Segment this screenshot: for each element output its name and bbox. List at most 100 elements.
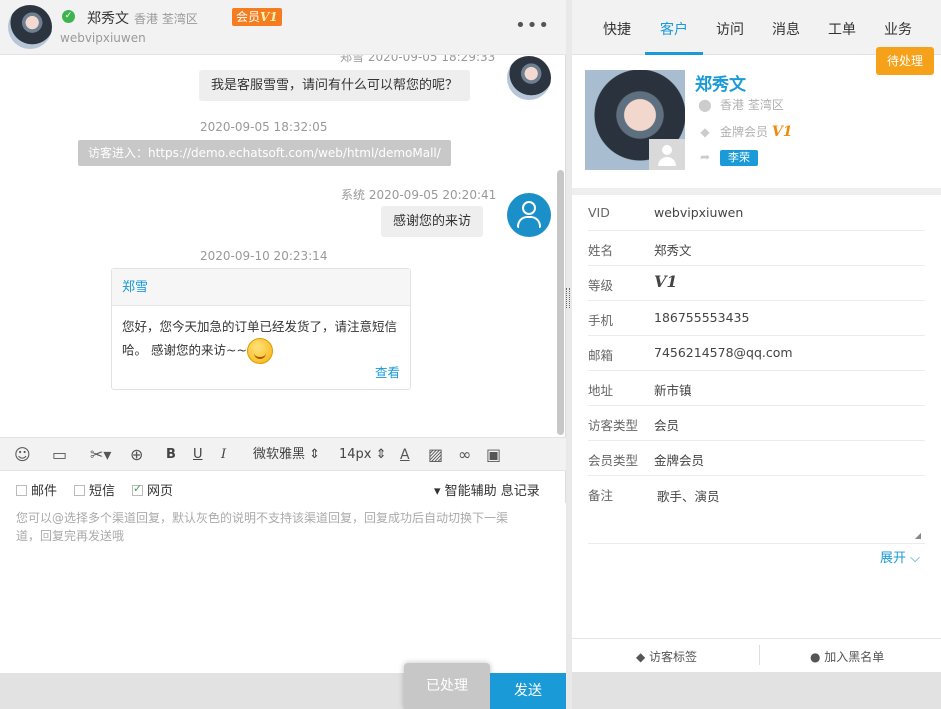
message-card: 郑雪 您好，您今天加急的订单已经发货了，请注意短信哈。 感谢您的来访~~ 查看: [111, 268, 411, 390]
customer-actions: ◆ 访客标签 ● 加入黑名单: [572, 638, 941, 672]
bold-button[interactable]: B: [166, 443, 176, 467]
visitor-vid: webvipxiuwen: [60, 31, 146, 45]
more-options-icon[interactable]: •••: [515, 15, 550, 36]
location-text: 香港 荃湾区: [720, 98, 784, 112]
field-row: 地址 新市镇: [588, 371, 925, 406]
member-level: V1: [260, 10, 278, 24]
italic-button[interactable]: I: [221, 443, 226, 467]
editor-toolbar: ☺ ▭ ✂▾ ⊕ B U I 微软雅黑 ⇕ 14px ⇕ A ▨ ∞ ▣: [0, 437, 566, 471]
expand-button[interactable]: 展开 ⌵: [880, 547, 920, 566]
visitor-tags-label: 访客标签: [649, 650, 698, 664]
message-list[interactable]: 郑雪 2020-09-05 18:29:33 我是客服雪雪，请问有什么可以帮您的…: [0, 55, 566, 437]
message-timestamp: 2020-09-05 18:32:05: [200, 120, 328, 134]
online-status-icon: ✓: [62, 10, 75, 23]
customer-location: ⬤ 香港 荃湾区: [698, 96, 784, 113]
visitor-region: 香港 荃湾区: [134, 12, 198, 26]
blacklist-label: 加入黑名单: [824, 650, 885, 664]
field-row: 会员类型 金牌会员: [588, 441, 925, 476]
agent-tag: 李荣: [720, 150, 758, 166]
location-pin-icon: ⬤: [698, 98, 712, 112]
visitor-enter-notice: 访客进入：https://demo.echatsoft.com/web/html…: [78, 140, 451, 166]
blacklist-button[interactable]: ● 加入黑名单: [810, 648, 884, 665]
field-row: 邮箱 7456214578@qq.com: [588, 336, 925, 371]
section-divider: [572, 188, 941, 195]
image-icon[interactable]: ▣: [486, 443, 501, 467]
action-divider: [759, 645, 760, 665]
field-row: 等级 V1: [588, 266, 925, 301]
chat-header: ✓ 郑秀文 香港 荃湾区 会员V1 webvipxiuwen •••: [0, 0, 566, 55]
send-button[interactable]: 发送: [490, 673, 566, 709]
field-label: 访客类型: [588, 418, 639, 433]
system-message-bubble: 感谢您的来访: [381, 206, 484, 237]
tab-customer[interactable]: 客户: [660, 19, 688, 39]
member-badge-label: 会员: [236, 10, 261, 24]
tab-shortcuts[interactable]: 快捷: [603, 19, 631, 39]
field-row: VID webvipxiuwen: [588, 196, 925, 231]
level-badge: V1: [771, 124, 793, 140]
view-link[interactable]: 查看: [375, 362, 400, 381]
customer-level: ◆ 金牌会员 V1: [698, 123, 792, 140]
tab-visits[interactable]: 访问: [716, 19, 744, 39]
web-channel-checkbox[interactable]: 网页: [132, 480, 173, 499]
mail-channel-label: 邮件: [31, 484, 58, 499]
customer-pane: 快捷 客户 访问 消息 工单 业务 待处理 郑秀文 ⬤ 香港 荃湾区 ◆ 金牌会员 …: [572, 0, 941, 709]
message-timestamp: 2020-09-10 20:23:14: [200, 249, 328, 263]
mail-channel-checkbox[interactable]: 邮件: [16, 480, 57, 499]
tab-business[interactable]: 业务: [884, 19, 912, 39]
sms-channel-checkbox[interactable]: 短信: [74, 480, 115, 499]
font-color-icon[interactable]: A: [400, 443, 410, 467]
scissors-icon[interactable]: ✂▾: [90, 443, 111, 467]
smile-emoji-icon: [246, 338, 273, 364]
tab-tickets[interactable]: 工单: [828, 19, 856, 39]
field-label: 姓名: [588, 243, 614, 258]
message-scrollbar[interactable]: [557, 170, 564, 435]
font-family-select[interactable]: 微软雅黑 ⇕: [253, 443, 320, 467]
chat-workspace: ✓ 郑秀文 香港 荃湾区 会员V1 webvipxiuwen ••• 郑雪 20…: [0, 0, 941, 709]
emoji-icon[interactable]: ☺: [14, 443, 31, 467]
field-label: 地址: [588, 383, 614, 398]
field-value: V1: [654, 272, 678, 291]
field-row: 姓名 郑秀文: [588, 231, 925, 266]
field-label: 备注: [588, 488, 614, 503]
reply-input[interactable]: [0, 503, 566, 673]
share-arrow-icon: ➦: [699, 150, 711, 164]
clear-format-icon[interactable]: ▨: [428, 443, 443, 467]
agent-message-bubble: 我是客服雪雪，请问有什么可以帮您的呢？: [199, 70, 471, 101]
link-icon[interactable]: ∞: [458, 443, 471, 467]
message-meta: 系统 2020-09-05 20:20:41: [341, 188, 497, 202]
field-value: 会员: [654, 418, 680, 433]
pane-resize-handle[interactable]: [566, 288, 570, 308]
customer-profile: 郑秀文 ⬤ 香港 荃湾区 ◆ 金牌会员 V1 ➦ 李荣: [572, 56, 941, 188]
tag-icon: ◆: [636, 650, 650, 664]
agent-avatar: [507, 56, 551, 100]
notes-value: 歌手、演员: [657, 489, 720, 504]
sms-channel-label: 短信: [89, 484, 116, 499]
diamond-icon: ◆: [700, 125, 710, 139]
level-name: 金牌会员: [720, 125, 769, 139]
channel-selector: 邮件 短信 网页 ▾ 智能辅助 息记录: [0, 471, 566, 503]
tab-messages[interactable]: 消息: [772, 19, 800, 39]
field-value: 186755553435: [654, 310, 750, 325]
folder-icon[interactable]: ▭: [52, 443, 67, 467]
member-badge: 会员V1: [232, 8, 282, 26]
font-size-select[interactable]: 14px ⇕: [339, 443, 387, 467]
field-label: 邮箱: [588, 348, 614, 363]
field-value: webvipxiuwen: [654, 205, 744, 220]
customer-agent: ➦ 李荣: [698, 150, 758, 166]
visitor-tags-button[interactable]: ◆ 访客标签: [636, 648, 697, 665]
resize-grip-icon[interactable]: ◢: [915, 531, 921, 540]
system-avatar-icon: [507, 193, 551, 237]
visitor-avatar[interactable]: [8, 5, 52, 49]
customer-pane-footer: [572, 672, 941, 709]
message-meta: 郑雪 2020-09-05 18:29:33: [340, 55, 496, 64]
globe-icon[interactable]: ⊕: [130, 443, 143, 467]
field-value: 新市镇: [654, 383, 692, 398]
underline-button[interactable]: U: [193, 443, 203, 467]
mark-done-button[interactable]: 已处理: [404, 663, 490, 709]
field-label: 手机: [588, 313, 614, 328]
conversation-pane: ✓ 郑秀文 香港 荃湾区 会员V1 webvipxiuwen ••• 郑雪 20…: [0, 0, 566, 709]
field-value: 郑秀文: [654, 243, 692, 258]
smart-assist-toggle[interactable]: ▾ 智能辅助 息记录: [434, 480, 540, 499]
notes-field[interactable]: 备注 歌手、演员 ◢: [588, 476, 925, 544]
field-label: 等级: [588, 278, 614, 293]
